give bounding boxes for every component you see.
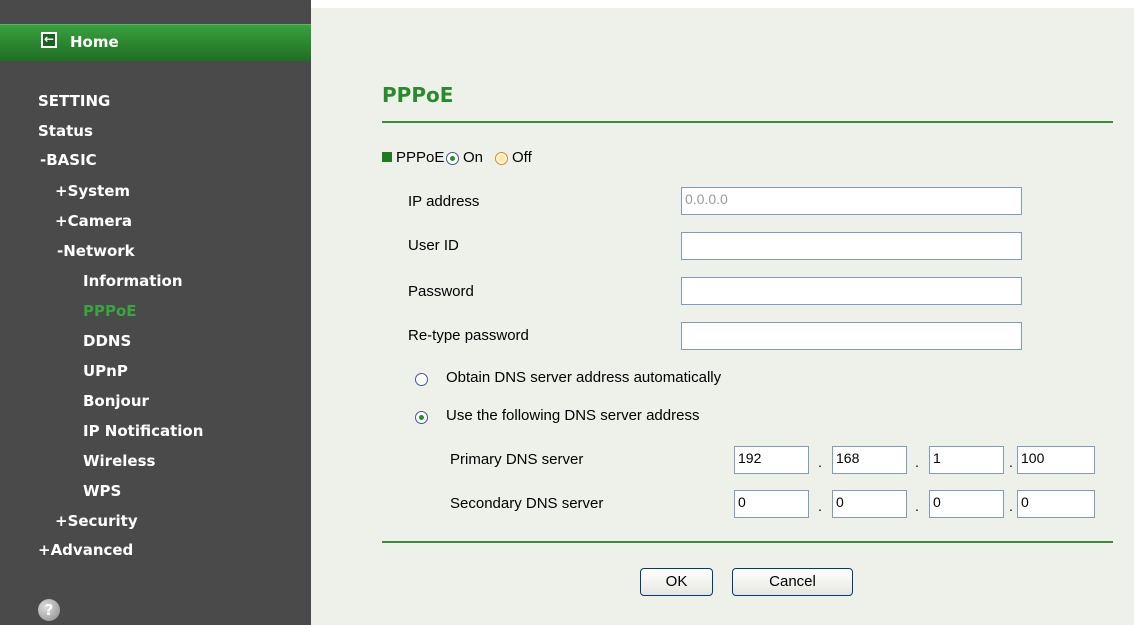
user-id-field[interactable]	[681, 232, 1022, 260]
dns-auto-radio[interactable]	[415, 373, 428, 386]
sidebar-item-wps[interactable]: WPS	[83, 482, 121, 500]
ok-button[interactable]: OK	[640, 568, 713, 596]
ip-address-field: 0.0.0.0	[681, 187, 1022, 215]
footer-divider	[382, 541, 1113, 543]
top-strip	[311, 0, 1134, 8]
password-label: Password	[408, 283, 474, 300]
secondary-dns-label: Secondary DNS server	[450, 495, 604, 512]
pppoe-on-radio[interactable]	[446, 152, 459, 165]
primary-dns-octet-2[interactable]: 168	[832, 446, 907, 474]
pppoe-off-radio[interactable]	[495, 152, 508, 165]
dot-separator: .	[915, 498, 919, 514]
secondary-dns-octet-1[interactable]: 0	[734, 490, 809, 518]
retype-password-field[interactable]	[681, 322, 1022, 350]
sidebar-item-information[interactable]: Information	[83, 272, 183, 290]
sidebar-item-ip-notification[interactable]: IP Notification	[83, 422, 203, 440]
dot-separator: .	[915, 454, 919, 470]
home-label: Home	[70, 33, 119, 51]
password-field[interactable]	[681, 277, 1022, 305]
page-title: PPPoE	[382, 83, 454, 107]
dot-separator: .	[818, 454, 822, 470]
primary-dns-octet-3[interactable]: 1	[929, 446, 1004, 474]
pppoe-label: PPPoE	[396, 149, 445, 166]
sidebar-item-bonjour[interactable]: Bonjour	[83, 392, 149, 410]
dot-separator: .	[818, 498, 822, 514]
dns-manual-label: Use the following DNS server address	[446, 407, 700, 424]
sidebar-item-pppoe[interactable]: PPPoE	[83, 302, 137, 320]
sidebar-item-upnp[interactable]: UPnP	[83, 362, 128, 380]
home-link[interactable]: ← Home	[0, 24, 311, 61]
sidebar-item-advanced[interactable]: +Advanced	[38, 541, 133, 559]
dot-separator: .	[1009, 498, 1013, 514]
dot-separator: .	[1009, 454, 1013, 470]
user-id-label: User ID	[408, 237, 459, 254]
sidebar-item-ddns[interactable]: DDNS	[83, 332, 131, 350]
pppoe-off-label: Off	[512, 149, 532, 166]
primary-dns-octet-1[interactable]: 192	[734, 446, 809, 474]
secondary-dns-octet-3[interactable]: 0	[929, 490, 1004, 518]
pppoe-on-label: On	[463, 149, 484, 166]
title-divider	[382, 121, 1113, 123]
sidebar-item-setting: SETTING	[38, 92, 111, 110]
secondary-dns-octet-4[interactable]: 0	[1017, 490, 1095, 518]
dns-auto-label: Obtain DNS server address automatically	[446, 369, 722, 386]
help-icon[interactable]: ?	[38, 599, 60, 621]
ip-address-label: IP address	[408, 193, 480, 210]
back-arrow-icon: ←	[41, 32, 57, 48]
secondary-dns-octet-2[interactable]: 0	[832, 490, 907, 518]
dns-manual-radio[interactable]	[415, 411, 428, 424]
sidebar-item-network[interactable]: -Network	[57, 242, 135, 260]
section-bullet-icon	[382, 152, 392, 162]
cancel-button[interactable]: Cancel	[732, 568, 853, 596]
primary-dns-octet-4[interactable]: 100	[1017, 446, 1095, 474]
sidebar-item-system[interactable]: +System	[55, 182, 130, 200]
sidebar-item-security[interactable]: +Security	[55, 512, 138, 530]
retype-password-label: Re-type password	[408, 327, 529, 344]
sidebar-item-wireless[interactable]: Wireless	[83, 452, 155, 470]
sidebar-item-basic[interactable]: -BASIC	[40, 151, 97, 169]
sidebar-item-camera[interactable]: +Camera	[55, 212, 132, 230]
primary-dns-label: Primary DNS server	[450, 451, 584, 468]
sidebar-item-status[interactable]: Status	[38, 122, 93, 140]
